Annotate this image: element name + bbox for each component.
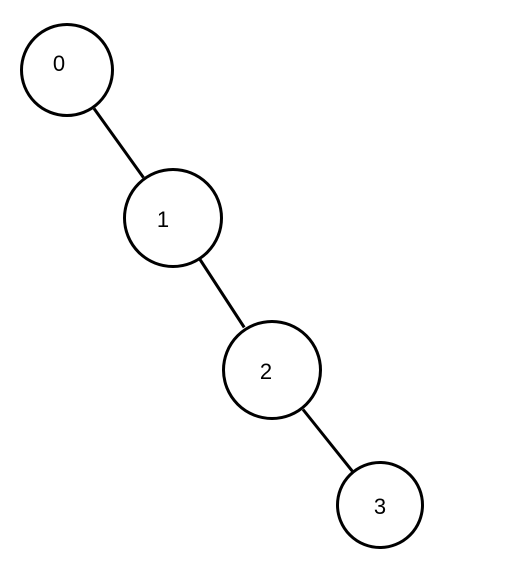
diagram-canvas: 0 1 2 3 [0, 0, 531, 583]
edge-0-1 [93, 107, 145, 178]
node-label-2: 2 [260, 359, 272, 385]
node-3: 3 [336, 461, 424, 549]
node-label-3: 3 [374, 494, 386, 520]
node-1: 1 [123, 168, 223, 268]
edge-1-2 [199, 259, 246, 329]
node-label-0: 0 [53, 51, 65, 77]
node-0: 0 [20, 23, 114, 117]
node-2: 2 [222, 320, 322, 420]
node-label-1: 1 [157, 207, 169, 233]
edge-2-3 [302, 408, 354, 471]
